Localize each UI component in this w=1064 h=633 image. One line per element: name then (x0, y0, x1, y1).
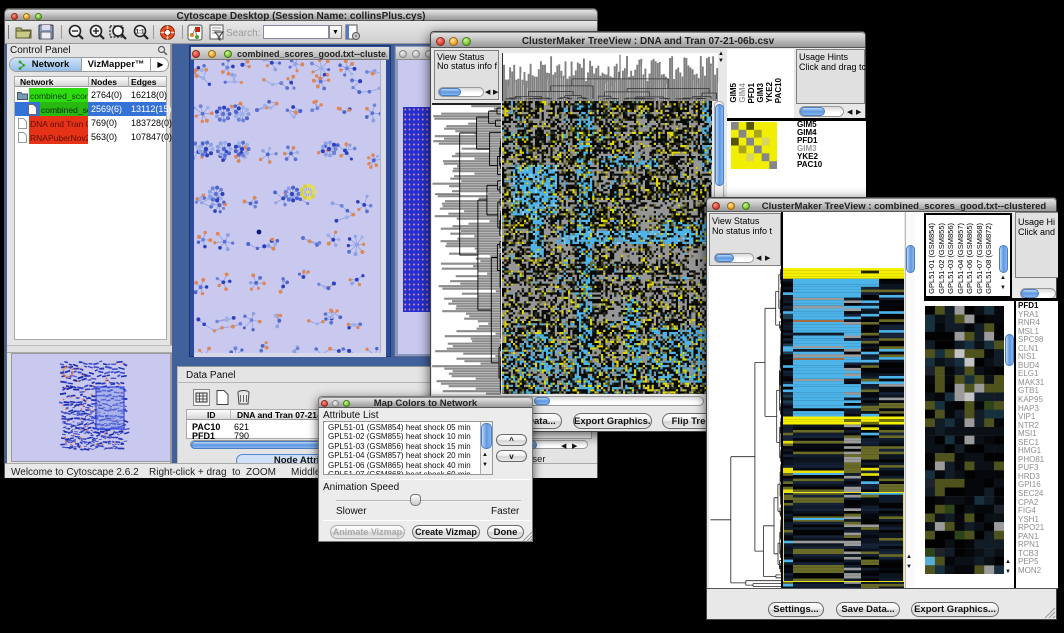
svg-text:1:1: 1:1 (136, 30, 145, 36)
